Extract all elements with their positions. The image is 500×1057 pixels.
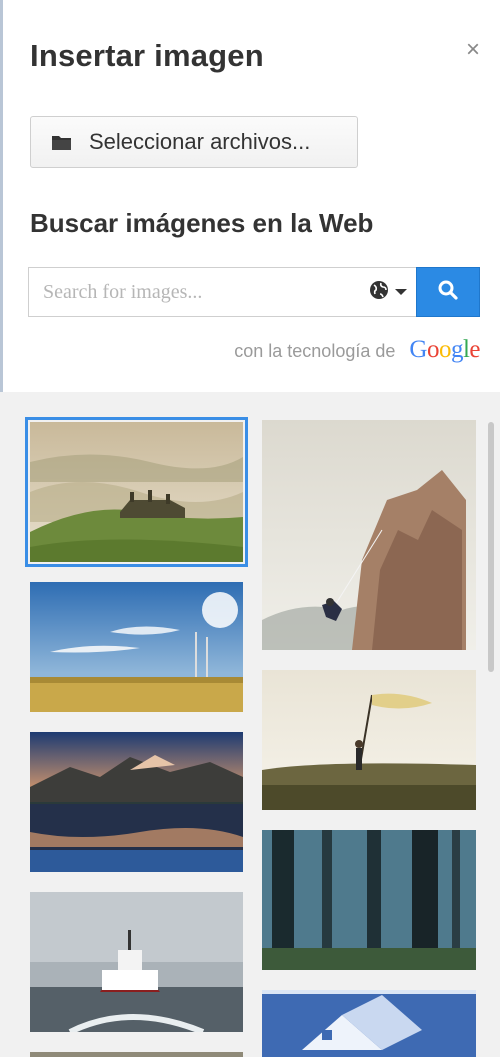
globe-icon <box>369 280 389 305</box>
image-thumbnail[interactable] <box>30 1052 243 1057</box>
image-thumbnail[interactable] <box>25 417 248 567</box>
google-logo: Google <box>409 336 480 363</box>
image-thumbnail[interactable] <box>262 830 476 970</box>
powered-by-text: con la tecnología de <box>234 341 396 361</box>
select-files-label: Seleccionar archivos... <box>89 129 311 154</box>
gallery-scrollbar[interactable] <box>488 422 494 672</box>
web-search-heading: Buscar imágenes en la Web <box>30 208 374 238</box>
search-icon <box>437 279 459 306</box>
dialog-header: Insertar imagen × <box>30 34 480 78</box>
chevron-down-icon <box>395 289 407 295</box>
folder-icon <box>51 133 73 151</box>
search-button[interactable] <box>416 267 480 317</box>
powered-by: con la tecnología de Google <box>234 336 480 364</box>
image-search-input[interactable] <box>28 267 360 317</box>
region-dropdown[interactable] <box>360 267 416 317</box>
image-thumbnail[interactable] <box>262 990 476 1057</box>
close-icon[interactable]: × <box>466 36 480 64</box>
dialog-title: Insertar imagen <box>30 38 264 73</box>
image-thumbnail[interactable] <box>30 732 243 872</box>
web-search-bar <box>28 267 480 317</box>
image-thumbnail[interactable] <box>30 892 243 1032</box>
select-files-button[interactable]: Seleccionar archivos... <box>30 116 358 168</box>
image-thumbnail[interactable] <box>262 670 476 810</box>
image-thumbnail[interactable] <box>30 582 243 712</box>
image-results-grid <box>0 392 500 1057</box>
image-thumbnail[interactable] <box>262 420 476 650</box>
